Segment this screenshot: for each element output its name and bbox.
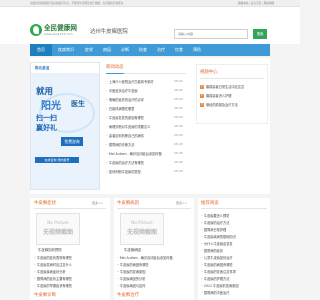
recommend-item[interactable]: 儿童牛皮癣如何治疗 — [201, 255, 268, 260]
news-item[interactable]: 如何判断牛皮癣的类型 — [106, 169, 172, 174]
recommend-item[interactable]: 2011 牛皮癣的发病原因 — [201, 283, 268, 288]
no-picture-placeholder[interactable]: No Picture 无视频截图 — [120, 213, 164, 245]
nav-item-diet[interactable]: 饮食 — [170, 44, 188, 56]
recommend-item[interactable]: 牛皮癣要怎么预防 — [201, 213, 268, 218]
video-item[interactable]: 2 癫痫患者怎么护理 — [200, 93, 266, 98]
image-caption[interactable]: 牛皮癣病因 — [124, 247, 141, 252]
ad-consult-tag[interactable]: 免费咨询 — [61, 137, 83, 146]
news-date: 08-08 — [174, 151, 183, 155]
recommend-item[interactable]: 牛皮癣疾病的基础知识 — [201, 234, 268, 239]
news-date: 08-09 — [174, 88, 183, 92]
news-date: 08-08 — [174, 142, 183, 146]
rank-badge: 3 — [200, 103, 204, 107]
news-item[interactable]: 明确的症状的治疗的点评 — [106, 97, 172, 102]
ad-line-3: 医生 — [71, 100, 85, 108]
list-item[interactable]: 牛皮癣的早期症状有哪些 — [34, 283, 108, 288]
search-input[interactable] — [174, 29, 248, 39]
recommend-item[interactable]: 银屑病的症状 — [201, 248, 268, 253]
recommend-title: 推荐阅读 — [201, 201, 219, 206]
news-date: 08-09 — [174, 106, 183, 110]
top-bar: 用提供的健康医疗知识和资讯为主，不能作为诊断及治疗依据，有问题请咨询医生 收藏本… — [0, 0, 300, 7]
recommend-item[interactable]: 牛皮癣的治疗方法 — [201, 220, 268, 225]
more-link[interactable]: 更多>> — [92, 201, 103, 205]
logo-icon[interactable] — [30, 24, 42, 36]
recommend-item[interactable]: 牛皮癣的饮食注意事项 — [201, 269, 268, 274]
news-date: 08-08 — [174, 133, 183, 137]
ad-line-1: 就用 — [36, 87, 54, 97]
news-item[interactable]: 中医症状治疗牛皮癣 — [106, 88, 172, 93]
nav-item-home[interactable]: 首页 — [30, 44, 52, 56]
logo-url: www.qmjk123.com — [44, 32, 73, 36]
list-item[interactable]: 牛皮癣的发病原因 — [117, 269, 191, 274]
news-item[interactable]: 患者如何判断自己的病情 — [106, 133, 172, 138]
top-bar-notice: 用提供的健康医疗知识和资讯为主，不能作为诊断及治疗依据，有问题请咨询医生 — [30, 2, 124, 5]
nav-item-exam[interactable]: 检查 — [134, 44, 152, 56]
list-item[interactable]: 牛皮癣的病因有哪些 — [117, 262, 191, 267]
recommend-item[interactable]: 银屑病的中医治疗 — [201, 290, 268, 295]
list-item[interactable]: 牛皮癣疾病症状分析 — [34, 269, 108, 274]
list-item[interactable]: 牛皮癣病因与遗传 — [117, 283, 191, 288]
nav-item-basics[interactable]: 疾病常识 — [52, 44, 80, 56]
ad-line-5: 赢好礼 — [36, 124, 57, 132]
ad-bottom-bar[interactable]: 在线咨询 预约挂号 — [35, 157, 79, 163]
block-a-title: 牛皮癣症状 — [34, 201, 56, 206]
news-item[interactable]: 牛皮癣的治疗方法有哪些 — [106, 160, 172, 165]
main-nav: 首页 疾病常识 症状 病因 诊断 检查 治疗 饮食 预防 — [30, 44, 270, 56]
news-date: 08-08 — [174, 169, 183, 173]
nav-item-diagnosis[interactable]: 诊断 — [116, 44, 134, 56]
news-item[interactable]: 银屑病的诊断方法 — [106, 142, 172, 147]
more-link[interactable]: 更多>> — [176, 201, 187, 205]
top-bar-links[interactable]: 收藏本站 | 设为首页 | 网站地图 — [238, 0, 274, 7]
ad-banner[interactable]: 陈北星洁 就用 阳光 医生 扫一扫 赢好礼 免费咨询 在线咨询 预约挂号 — [30, 62, 100, 190]
news-title: 新闻动态 — [106, 65, 124, 70]
ad-line-4: 扫一扫 — [36, 114, 57, 122]
nav-item-treatment[interactable]: 治疗 — [152, 44, 170, 56]
news-item[interactable]: 病理诊断对牛皮癣的重要意义 — [106, 124, 172, 129]
rank-badge: 1 — [200, 85, 204, 89]
recommend-item[interactable]: 为什么牛皮癣会复发 — [201, 241, 268, 246]
recommend-item[interactable]: 牛皮癣的病因有哪些 — [201, 262, 268, 267]
image-caption[interactable]: 牛皮癣如何预防 — [38, 247, 62, 252]
header: 全民健康网 www.qmjk123.com 达州牛皮癣医院 搜索 — [0, 7, 300, 44]
nav-item-symptoms[interactable]: 症状 — [80, 44, 98, 56]
nav-item-causes[interactable]: 病因 — [98, 44, 116, 56]
list-item[interactable]: 银屑病的症状主要有哪些 — [34, 276, 108, 281]
ad-line-2: 阳光 — [41, 101, 61, 112]
no-picture-placeholder[interactable]: No Picture 无视频截图 — [36, 213, 80, 245]
video-center-title: 视频中心 — [200, 70, 218, 75]
bottom-mid-title: 牛皮癣治疗 — [117, 293, 139, 298]
site-name: 达州牛皮癣医院 — [90, 29, 128, 35]
ad-logo: 陈北星洁 — [35, 66, 50, 70]
bottom-left-title: 牛皮癣诊断 — [34, 293, 56, 298]
video-item[interactable]: 1 癫痫患者日常生活中应注意 — [200, 84, 266, 89]
block-b-title: 牛皮癣病因 — [117, 201, 139, 206]
news-date: 08-08 — [174, 124, 183, 128]
logo-title[interactable]: 全民健康网 — [44, 22, 77, 32]
recommend-item[interactable]: 牛皮癣的护理方法 — [201, 276, 268, 281]
list-item[interactable]: 牛皮癣的症状表现有哪些 — [34, 255, 108, 260]
list-item[interactable]: 牛皮癣病因的分析 — [117, 276, 191, 281]
news-item[interactable]: 上海什么医院治疗白癜风专家好 — [106, 79, 172, 84]
nav-item-prevention[interactable]: 预防 — [188, 44, 206, 56]
news-item[interactable]: 牛皮癣复发的原因有哪些 — [106, 115, 172, 120]
news-date: 08-09 — [174, 97, 183, 101]
news-item[interactable]: Mel Autism - 确诊自闭症后该如何做 — [106, 151, 172, 156]
list-item[interactable]: 牛皮癣发病时应注意什么 — [34, 262, 108, 267]
rank-badge: 2 — [200, 94, 204, 98]
news-date: 08-09 — [174, 115, 183, 119]
recommend-item[interactable]: 银屑病日常护理 — [201, 227, 268, 232]
news-item[interactable]: 白癜风病根在哪里 — [106, 106, 172, 111]
search-button[interactable]: 搜索 — [253, 29, 267, 39]
news-date: 08-09 — [174, 79, 183, 83]
list-item[interactable]: Mel Autism - 确诊自闭症后该如何做 — [117, 255, 191, 260]
news-date: 08-08 — [174, 160, 183, 164]
video-item[interactable]: 3 痛经的原因及治疗方法 — [200, 102, 266, 107]
